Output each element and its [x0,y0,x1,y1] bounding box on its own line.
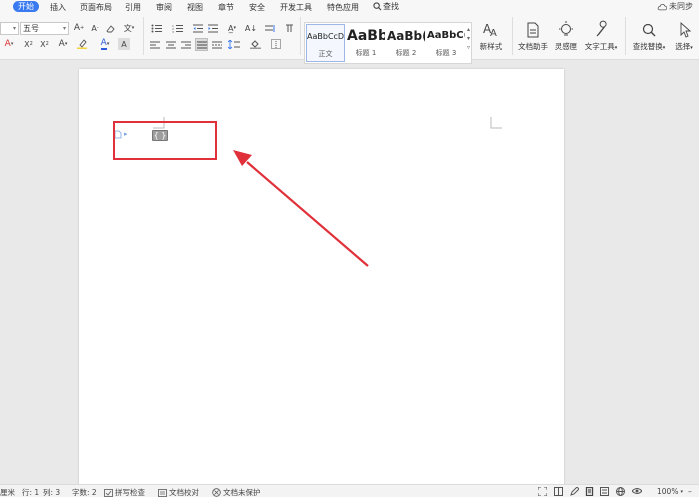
row-indicator[interactable]: 行: 1 [22,487,39,497]
outline-view-icon[interactable] [600,487,609,496]
protect-label: 文档未保护 [223,488,261,497]
page-view-icon[interactable] [585,487,594,496]
annotation-overlay [113,121,369,267]
eye-protection-icon[interactable] [632,487,642,495]
reading-mode-icon[interactable] [554,487,563,496]
spell-check-icon [104,488,113,497]
zoom-level[interactable]: 100% ▾ [657,487,683,496]
word-count[interactable]: 字数: 2 [72,487,97,497]
zoom-out-icon[interactable]: – [688,487,692,496]
status-bar: 厘米 行: 1 列: 3 字数: 2 拼写检查 文档校对 文档未保护 100% ▾… [0,484,699,497]
protect-status[interactable]: 文档未保护 [212,487,261,497]
fullscreen-icon[interactable] [538,487,547,496]
proofread-icon [158,488,167,497]
spell-check-label: 拼写检查 [115,488,145,497]
zoom-value: 100% [657,487,679,496]
doc-proof-label: 文档校对 [169,488,199,497]
web-view-icon[interactable] [616,487,625,496]
pen-icon[interactable] [570,487,579,496]
unprotected-icon [212,488,221,497]
col-indicator[interactable]: 列: 3 [43,487,60,497]
annotation-arrow [246,161,369,267]
unit-label: 厘米 [0,488,15,497]
spell-check-button[interactable]: 拼写检查 [104,487,145,497]
doc-proof-button[interactable]: 文档校对 [158,487,199,497]
highlight-box [113,121,217,160]
